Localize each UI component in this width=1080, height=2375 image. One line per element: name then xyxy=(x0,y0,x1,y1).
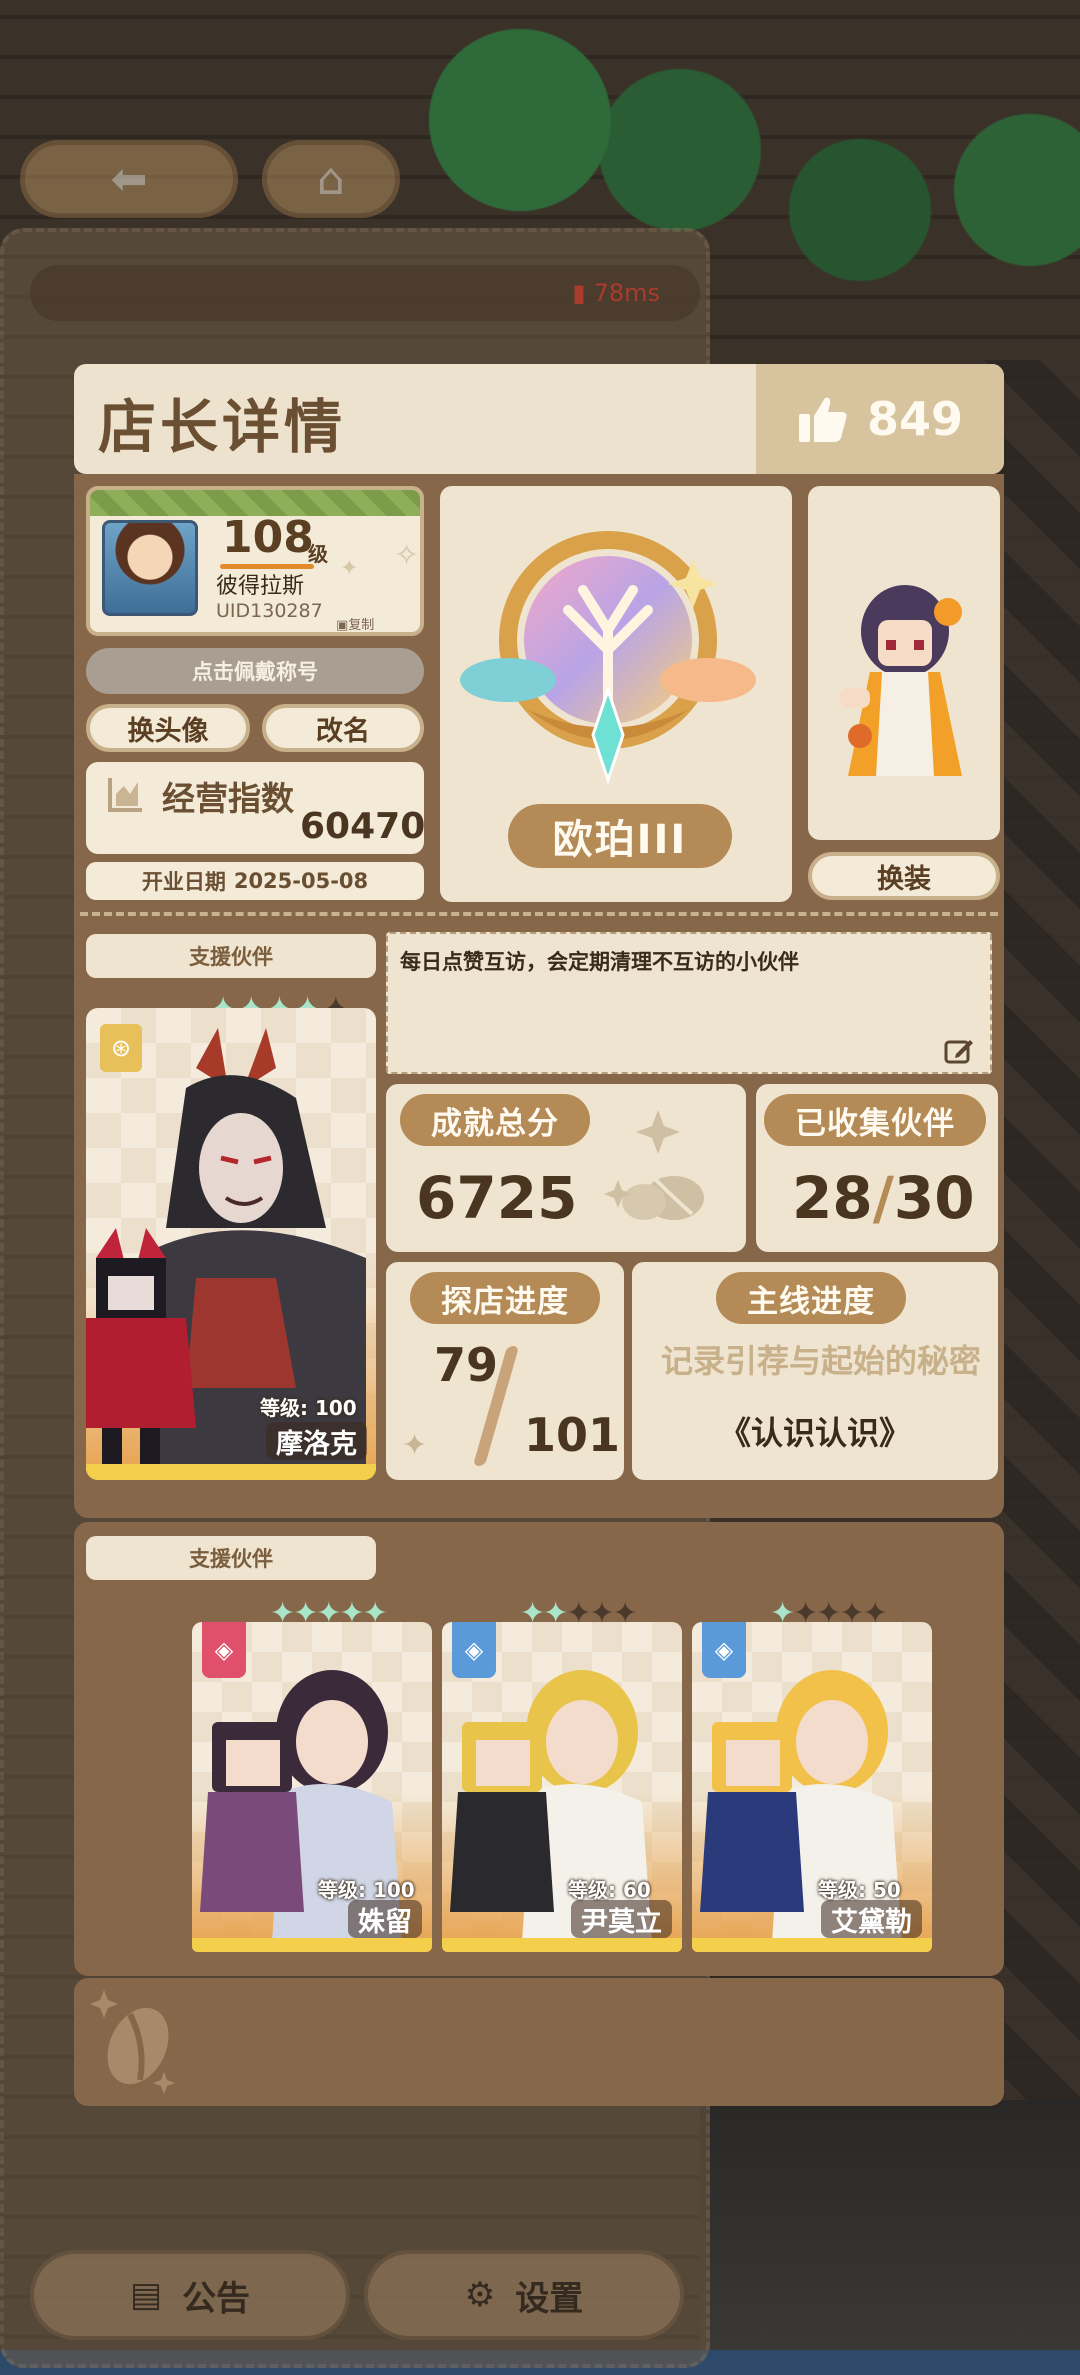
likes-count: 849 xyxy=(866,392,964,446)
change-avatar-button[interactable]: 换头像 xyxy=(86,704,250,752)
star-icon: ✦ xyxy=(816,1596,841,1631)
change-outfit-button[interactable]: 换装 xyxy=(808,852,1000,900)
sparkle-icon: ✧ xyxy=(394,538,420,573)
open-date: 开业日期 2025-05-08 xyxy=(86,862,424,900)
main-quest-label: 主线进度 xyxy=(716,1272,906,1324)
player-name: 彼得拉斯 xyxy=(216,574,305,599)
star-icon: ✦ xyxy=(270,1596,295,1631)
gear-icon: ⚙ xyxy=(464,2275,496,2315)
collected-total: 30 xyxy=(893,1164,975,1232)
level-unit: 级 xyxy=(308,542,328,566)
star-icon: ✦ xyxy=(566,1596,591,1631)
home-icon: ⌂ xyxy=(317,153,345,205)
like-counter[interactable]: 849 xyxy=(756,364,1004,474)
page-title: 店长详情 xyxy=(98,393,347,461)
section-divider xyxy=(80,912,998,916)
star-icon: ✦ xyxy=(293,1596,318,1631)
shopkeeper-sprite xyxy=(840,585,962,776)
team-member-stars: ✦✦✦✦✦ xyxy=(520,1596,638,1631)
avatar[interactable] xyxy=(102,520,198,616)
team-member-stars: ✦✦✦✦✦ xyxy=(270,1596,388,1631)
team-member-name: 尹莫立 xyxy=(571,1900,672,1938)
chart-icon xyxy=(108,778,142,812)
explore-progress-label: 探店进度 xyxy=(410,1272,600,1324)
settings-button[interactable]: ⚙ 设置 xyxy=(364,2250,684,2340)
back-button[interactable]: ⬅ xyxy=(20,140,238,218)
coffee-bean-icon xyxy=(90,1990,175,2094)
signal-icon: ▮ xyxy=(572,279,586,307)
collected-value: 28 xyxy=(792,1164,873,1232)
achievement-label: 成就总分 xyxy=(400,1094,590,1146)
sparkle-icon: ✦ xyxy=(340,556,359,581)
edit-icon[interactable] xyxy=(944,1036,974,1064)
card-rarity-bar xyxy=(192,1938,432,1952)
collected-partners-label: 已收集伙伴 xyxy=(764,1094,986,1146)
network-ping: ▮ 78ms xyxy=(30,265,700,321)
team-member-name: 姝留 xyxy=(348,1900,422,1938)
collected-slash: / xyxy=(872,1164,894,1232)
sparkle-icon: ✦ xyxy=(402,1428,428,1463)
opal-badge-emblem xyxy=(460,531,756,785)
rename-button[interactable]: 改名 xyxy=(262,704,424,752)
ping-value: 78ms xyxy=(593,279,660,307)
copy-label: 复制 xyxy=(348,618,375,633)
card-rarity-bar xyxy=(442,1938,682,1952)
settings-label: 设置 xyxy=(515,2278,584,2319)
card-rarity-bar xyxy=(86,1464,376,1480)
arrow-left-icon: ⬅ xyxy=(110,153,148,205)
card-rarity-bar xyxy=(692,1938,932,1952)
business-index-label: 经营指数 xyxy=(162,779,294,818)
support-partner-card[interactable]: ⊛ 等级: 100 摩洛克 xyxy=(86,1008,376,1480)
clipboard-icon: ▤ xyxy=(129,2275,163,2315)
copy-icon: ▣ xyxy=(336,618,349,633)
partner-level: 等级: 100 xyxy=(260,1396,357,1420)
coffee-bean-icon xyxy=(604,1110,704,1220)
main-quest-chapter: 记录引荐与起始的秘密 xyxy=(660,1342,981,1380)
player-uid: UID130287 xyxy=(216,600,323,622)
notice-button[interactable]: ▤ 公告 xyxy=(30,2250,350,2340)
team-member-card[interactable]: ◈ 等级: 50 艾黛勒 xyxy=(692,1622,932,1952)
team-member-card[interactable]: ◈ 等级: 60 尹莫立 xyxy=(442,1622,682,1952)
collected-partners-count: 28/30 xyxy=(792,1164,975,1232)
team-tag: 支援伙伴 xyxy=(86,1536,376,1580)
open-date-value: 2025-05-08 xyxy=(233,869,369,893)
star-icon: ✦ xyxy=(543,1596,568,1631)
star-icon: ✦ xyxy=(339,1596,364,1631)
background-street xyxy=(700,2100,1080,2375)
empty-slot-panel xyxy=(74,1978,1004,2106)
moloch-sprite xyxy=(86,1228,196,1468)
achievement-score: 6725 xyxy=(416,1164,578,1232)
copy-uid-button[interactable]: ▣复制 xyxy=(336,614,375,633)
player-level: 108 xyxy=(222,512,314,563)
motto-text: 每日点赞互访，会定期清理不互访的小伙伴 xyxy=(400,950,799,974)
star-icon: ✦ xyxy=(612,1596,638,1631)
star-icon: ✦ xyxy=(520,1596,545,1631)
support-partner-tag: 支援伙伴 xyxy=(86,934,376,978)
profile-card: 108 级 彼得拉斯 UID130287 ▣复制 ✦ ✧ xyxy=(86,486,424,636)
thumbs-up-icon xyxy=(798,397,847,442)
wear-title-button[interactable]: 点击佩戴称号 xyxy=(86,648,424,694)
star-icon: ✦ xyxy=(589,1596,614,1631)
partner-name: 摩洛克 xyxy=(266,1422,367,1460)
explore-progress-value: 79 xyxy=(434,1338,499,1392)
home-button[interactable]: ⌂ xyxy=(262,140,400,218)
open-date-label: 开业日期 xyxy=(141,870,226,894)
main-quest-name: 《认识认识》 xyxy=(718,1414,911,1452)
business-index-value: 60470 xyxy=(300,806,426,847)
star-icon: ✦ xyxy=(770,1596,795,1631)
star-icon: ✦ xyxy=(862,1596,888,1631)
star-icon: ✦ xyxy=(362,1596,388,1631)
star-icon: ✦ xyxy=(793,1596,818,1631)
team-member-card[interactable]: ◈ 等级: 100 姝留 xyxy=(192,1622,432,1952)
notice-label: 公告 xyxy=(182,2278,251,2319)
team-member-stars: ✦✦✦✦✦ xyxy=(770,1596,888,1631)
explore-progress-total: 101 xyxy=(524,1408,621,1462)
team-member-name: 艾黛勒 xyxy=(821,1900,922,1938)
star-icon: ✦ xyxy=(839,1596,864,1631)
badge-name: 欧珀III xyxy=(508,804,732,868)
star-icon: ✦ xyxy=(316,1596,341,1631)
